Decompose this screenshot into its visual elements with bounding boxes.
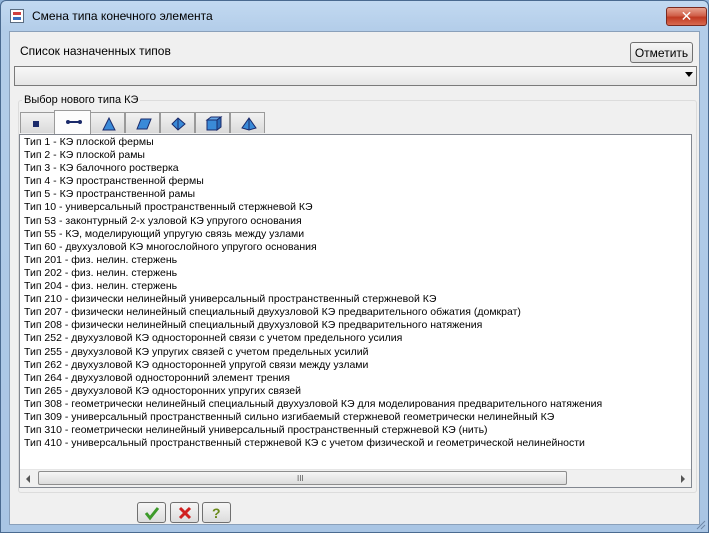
- resize-grip-icon[interactable]: [694, 518, 706, 530]
- help-icon: ?: [212, 505, 221, 521]
- tab-cube-elements[interactable]: [195, 112, 230, 133]
- check-icon: [144, 507, 160, 521]
- list-item[interactable]: Тип 265 - двухузловой КЭ односторонних у…: [22, 385, 682, 398]
- list-item[interactable]: Тип 10 - универсальный пространственный …: [22, 201, 682, 214]
- shell-element-icon: [136, 118, 152, 130]
- list-item[interactable]: Тип 208 - физически нелинейный специальн…: [22, 319, 682, 332]
- list-item[interactable]: Тип 204 - физ. нелин. стержень: [22, 280, 682, 293]
- scrollbar-thumb[interactable]: III: [38, 471, 567, 485]
- cube-element-icon: [205, 116, 223, 131]
- assigned-types-label: Список назначенных типов: [20, 44, 171, 58]
- new-type-label: Выбор нового типа КЭ: [22, 94, 141, 106]
- list-item[interactable]: Тип 5 - КЭ пространственной рамы: [22, 188, 682, 201]
- list-item[interactable]: Тип 207 - физически нелинейный специальн…: [22, 306, 682, 319]
- close-icon: ✕: [680, 8, 693, 24]
- scroll-left-icon[interactable]: [20, 470, 37, 487]
- solid-element-icon: [171, 117, 186, 131]
- chevron-down-icon[interactable]: [685, 72, 693, 77]
- list-item[interactable]: Тип 1 - КЭ плоской фермы: [22, 136, 682, 149]
- ok-button[interactable]: [137, 502, 166, 523]
- tetra-element-icon: [241, 117, 257, 131]
- scrollbar-grip: III: [297, 474, 304, 483]
- tab-tetra-elements[interactable]: [230, 112, 265, 133]
- list-item[interactable]: Тип 53 - законтурный 2-х узловой КЭ упру…: [22, 215, 682, 228]
- list-item[interactable]: Тип 264 - двухузловой односторонний элем…: [22, 372, 682, 385]
- list-item[interactable]: Тип 210 - физически нелинейный универсал…: [22, 293, 682, 306]
- cross-icon: [178, 506, 192, 520]
- list-item[interactable]: Тип 2 - КЭ плоской рамы: [22, 149, 682, 162]
- assigned-types-dropdown[interactable]: [14, 66, 697, 86]
- tab-solid-elements[interactable]: [160, 112, 195, 133]
- tab-plane-elements[interactable]: [90, 112, 125, 133]
- bar-element-icon: [66, 120, 82, 124]
- list-item[interactable]: Тип 201 - физ. нелин. стержень: [22, 254, 682, 267]
- list-item[interactable]: Тип 308 - геометрически нелинейный специ…: [22, 398, 682, 411]
- tab-square[interactable]: [20, 112, 55, 133]
- list-item[interactable]: Тип 262 - двухузловой КЭ односторонней у…: [22, 359, 682, 372]
- app-icon: [10, 9, 24, 23]
- svg-text:?: ?: [212, 505, 221, 521]
- list-item[interactable]: Тип 4 - КЭ пространственной фермы: [22, 175, 682, 188]
- close-button[interactable]: ✕: [666, 7, 707, 26]
- element-type-list[interactable]: Тип 1 - КЭ плоской фермы Тип 2 - КЭ плоск…: [19, 134, 692, 488]
- dialog-window: Смена типа конечного элемента ✕ Список н…: [0, 0, 709, 533]
- list-item[interactable]: Тип 255 - двухузловой КЭ упругих связей …: [22, 346, 682, 359]
- horizontal-scrollbar[interactable]: III: [20, 469, 691, 487]
- scroll-right-icon[interactable]: [674, 470, 691, 487]
- plane-element-icon: [102, 116, 116, 131]
- list-item[interactable]: Тип 60 - двухузловой КЭ многослойного уп…: [22, 241, 682, 254]
- cancel-button[interactable]: [170, 502, 199, 523]
- list-item[interactable]: Тип 3 - КЭ балочного ростверка: [22, 162, 682, 175]
- unmark-button[interactable]: Отметить: [630, 42, 693, 63]
- list-item[interactable]: Тип 309 - универсальный пространственный…: [22, 411, 682, 424]
- tab-shell-elements[interactable]: [125, 112, 160, 133]
- window-title: Смена типа конечного элемента: [32, 9, 213, 23]
- help-button[interactable]: ?: [202, 502, 231, 523]
- list-item[interactable]: Тип 202 - физ. нелин. стержень: [22, 267, 682, 280]
- element-type-items: Тип 1 - КЭ плоской фермы Тип 2 - КЭ плоск…: [22, 136, 682, 466]
- tab-bar-elements[interactable]: [54, 110, 91, 134]
- list-item[interactable]: Тип 310 - геометрически нелинейный униве…: [22, 424, 682, 437]
- list-item[interactable]: Тип 55 - КЭ, моделирующий упругую связь …: [22, 228, 682, 241]
- list-item[interactable]: Тип 252 - двухузловой КЭ односторонней с…: [22, 332, 682, 345]
- title-bar[interactable]: Смена типа конечного элемента ✕: [1, 1, 708, 31]
- list-item[interactable]: Тип 410 - универсальный пространственный…: [22, 437, 682, 450]
- square-icon: [33, 121, 39, 127]
- dialog-client-area: Список назначенных типов Отметить Выбор …: [9, 31, 700, 525]
